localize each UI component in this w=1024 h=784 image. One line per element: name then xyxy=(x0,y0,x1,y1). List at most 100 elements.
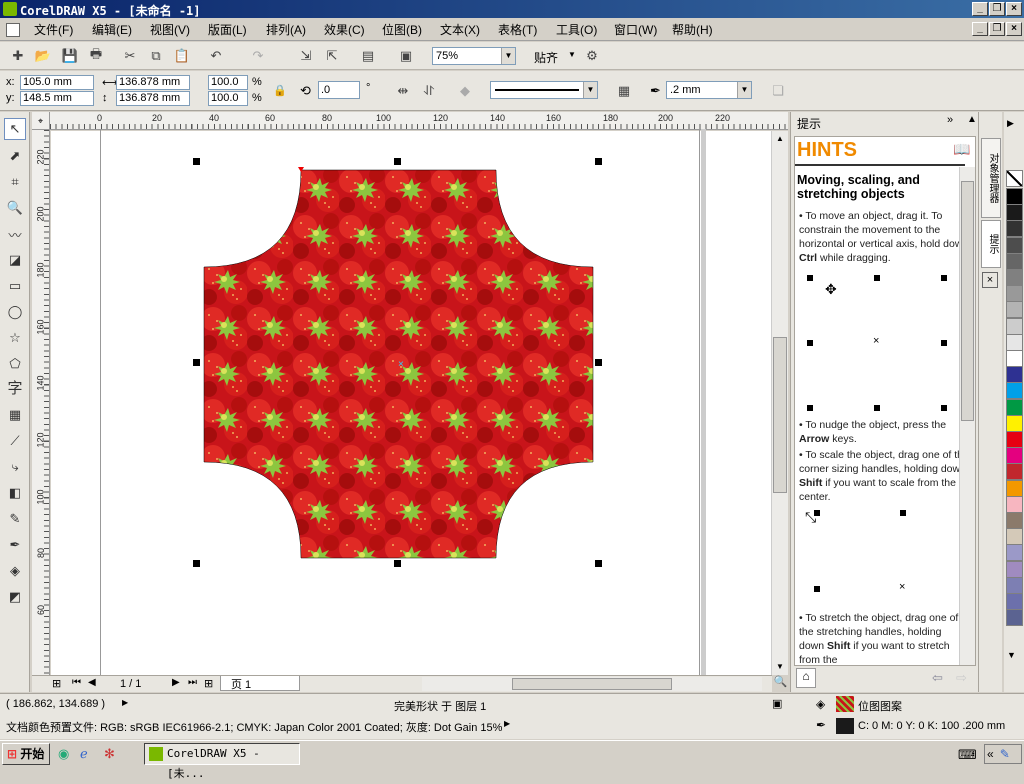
palette-scroll-up-icon[interactable]: ▶ xyxy=(1007,118,1014,129)
menu-window[interactable]: 窗口(W) xyxy=(612,22,659,38)
scale-y-field[interactable]: 100.0 xyxy=(208,91,248,106)
start-button[interactable]: ⊞ 开始 xyxy=(2,743,50,765)
rotation-field[interactable]: .0 xyxy=(318,81,360,99)
open-icon[interactable]: 📂 xyxy=(33,46,53,66)
menu-tools[interactable]: 工具(O) xyxy=(554,22,599,38)
color-swatch[interactable] xyxy=(1006,447,1023,465)
crop-tool-icon[interactable]: ⌗ xyxy=(4,171,26,193)
line-style-select[interactable]: ▼ xyxy=(490,81,598,99)
color-swatch[interactable] xyxy=(1006,431,1023,448)
zoom-corner-icon[interactable]: 🔍 xyxy=(772,675,789,692)
zoom-select[interactable]: 75% ▼ xyxy=(432,47,516,65)
x-position-field[interactable]: 105.0 mm xyxy=(20,75,94,90)
chrome-icon[interactable]: ◉ xyxy=(58,746,69,762)
color-swatch[interactable] xyxy=(1006,560,1023,578)
selection-handle-tc[interactable] xyxy=(394,158,401,165)
interactive-fill-icon[interactable]: ◩ xyxy=(4,586,26,608)
selection-handle-br[interactable] xyxy=(595,560,602,567)
last-page-icon[interactable]: ⏭ xyxy=(188,677,197,688)
menu-bitmaps[interactable]: 位图(B) xyxy=(380,22,424,38)
add-page-icon[interactable]: ⊞ xyxy=(52,677,61,690)
scroll-down-icon[interactable]: ▼ xyxy=(772,659,788,675)
color-swatch[interactable] xyxy=(1006,414,1023,432)
color-swatch[interactable] xyxy=(1006,528,1023,546)
next-page-icon[interactable]: ▶ xyxy=(172,677,180,688)
color-swatch[interactable] xyxy=(1006,285,1023,303)
flag-icon[interactable]: ✻ xyxy=(104,746,115,762)
export-icon[interactable]: ⇱ xyxy=(322,46,342,66)
cut-icon[interactable]: ✂ xyxy=(120,46,140,66)
paste-icon[interactable]: 📋 xyxy=(172,46,192,66)
hscroll-thumb[interactable] xyxy=(512,678,672,690)
text-tool-icon[interactable]: 字 xyxy=(4,376,26,398)
no-color-swatch[interactable] xyxy=(1006,170,1023,187)
ie-icon[interactable]: ℯ xyxy=(80,746,88,762)
color-swatch[interactable] xyxy=(1006,593,1023,610)
options-icon[interactable]: ⚙ xyxy=(582,46,602,66)
outline-width-select[interactable]: .2 mm ▼ xyxy=(666,81,752,99)
strawberry-shape[interactable]: × xyxy=(201,167,596,559)
hints-scroll-thumb[interactable] xyxy=(961,181,974,421)
freehand-tool-icon[interactable]: 〰 xyxy=(4,223,26,245)
color-swatch[interactable] xyxy=(1006,188,1023,205)
publish-icon[interactable]: ▤ xyxy=(358,46,378,66)
zoom-tool-icon[interactable]: 🔍 xyxy=(4,197,26,219)
color-swatch[interactable] xyxy=(1006,382,1023,400)
ruler-corner[interactable]: ⌖ xyxy=(32,112,50,130)
doc-restore-button[interactable]: ❐ xyxy=(989,22,1005,36)
menu-layout[interactable]: 版面(L) xyxy=(206,22,249,38)
scale-x-field[interactable]: 100.0 xyxy=(208,75,248,90)
snap-label[interactable]: 贴齐 xyxy=(534,49,558,66)
fill-tool-icon[interactable]: ◈ xyxy=(4,560,26,582)
add-page-after-icon[interactable]: ⊞ xyxy=(204,677,213,690)
mirror-horizontal-icon[interactable]: ⇹ xyxy=(393,81,413,101)
import-icon[interactable]: ⇲ xyxy=(296,46,316,66)
mirror-vertical-icon[interactable]: ⥯ xyxy=(419,81,439,101)
color-swatch[interactable] xyxy=(1006,252,1023,270)
menu-help[interactable]: 帮助(H) xyxy=(670,22,715,38)
snap-dropdown-icon[interactable]: ▼ xyxy=(568,50,576,59)
outline-pen-tool-icon[interactable]: ✒ xyxy=(4,534,26,556)
color-swatch[interactable] xyxy=(1006,317,1023,335)
ellipse-tool-icon[interactable]: ◯ xyxy=(4,301,26,323)
hints-book-icon[interactable]: 📖 xyxy=(953,141,970,158)
undo-icon[interactable]: ↶ xyxy=(206,46,226,66)
outline-icon[interactable]: ▦ xyxy=(614,81,634,101)
scroll-up-icon[interactable]: ▲ xyxy=(772,131,788,147)
color-swatch[interactable] xyxy=(1006,512,1023,529)
first-page-icon[interactable]: ⏮ xyxy=(72,677,81,688)
hints-back-icon[interactable]: ⇦ xyxy=(932,670,943,686)
palette-scroll-down-icon[interactable]: ▼ xyxy=(1007,650,1016,660)
left-ruler[interactable]: 220 200 180 160 140 120 100 80 60 xyxy=(32,130,50,675)
menu-file[interactable]: 文件(F) xyxy=(32,22,75,38)
color-swatch[interactable] xyxy=(1006,366,1023,384)
minimize-button[interactable]: _ xyxy=(972,2,988,16)
color-swatch[interactable] xyxy=(1006,609,1023,627)
hints-scrollbar[interactable] xyxy=(959,167,975,665)
basic-shapes-icon[interactable]: ⬠ xyxy=(4,353,26,375)
restore-button[interactable]: ❐ xyxy=(989,2,1005,16)
tab-object-manager[interactable]: 对象管理器 xyxy=(981,138,1001,218)
tab-page-1[interactable]: 页 1 xyxy=(220,676,300,691)
print-icon[interactable]: 🖶 xyxy=(86,46,106,66)
menu-edit[interactable]: 编辑(E) xyxy=(90,22,134,38)
rectangle-tool-icon[interactable]: ▭ xyxy=(4,275,26,297)
menu-effects[interactable]: 效果(C) xyxy=(322,22,367,38)
prev-page-icon[interactable]: ◀ xyxy=(88,677,96,688)
tab-hints[interactable]: 提示 xyxy=(981,220,1001,268)
pick-tool-icon[interactable]: ↖ xyxy=(4,118,26,140)
color-swatch[interactable] xyxy=(1006,495,1023,513)
selection-handle-tl[interactable] xyxy=(193,158,200,165)
height-field[interactable]: 136.878 mm xyxy=(116,91,190,106)
smart-fill-icon[interactable]: ◪ xyxy=(4,249,26,271)
color-swatch[interactable] xyxy=(1006,204,1023,222)
selection-handle-ml[interactable] xyxy=(193,359,200,366)
vertical-scrollbar[interactable]: ▲ ▼ xyxy=(771,131,788,675)
app-launcher-icon[interactable]: ▣ xyxy=(396,46,416,66)
color-swatch[interactable] xyxy=(1006,544,1023,562)
copy-icon[interactable]: ⧉ xyxy=(146,46,166,66)
lock-ratio-icon[interactable]: 🔒 xyxy=(273,84,287,97)
redo-icon[interactable]: ↷ xyxy=(248,46,268,66)
menu-arrange[interactable]: 排列(A) xyxy=(264,22,308,38)
color-swatch[interactable] xyxy=(1006,220,1023,238)
